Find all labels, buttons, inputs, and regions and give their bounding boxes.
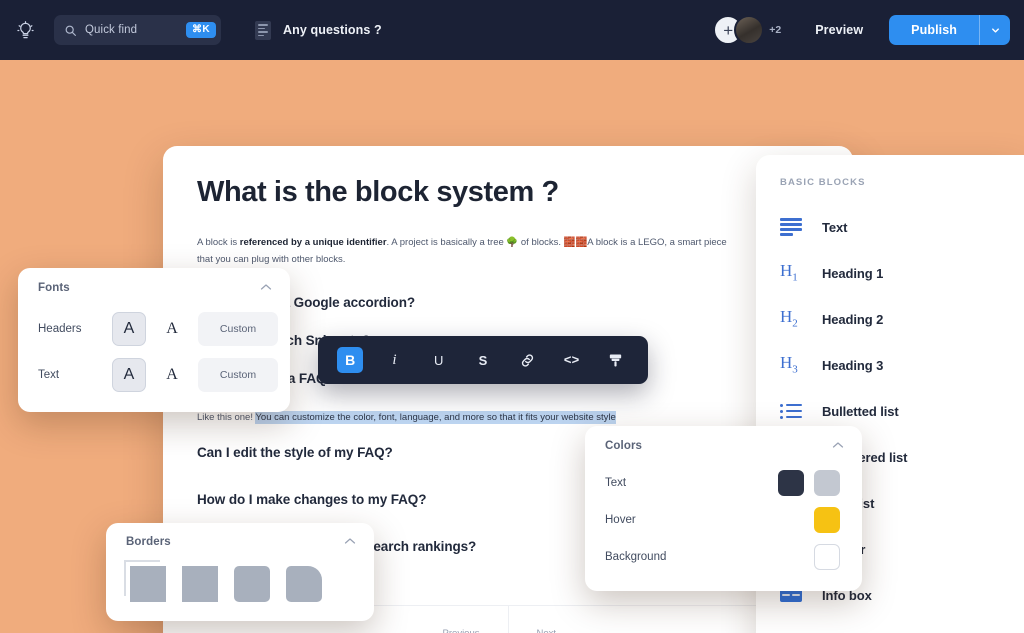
borders-panel-header: Borders (106, 536, 374, 548)
colors-row-label: Background (605, 550, 667, 563)
top-bar-right: + +2 Preview Publish (713, 14, 1024, 46)
colors-panel: Colors Text Hover Background (585, 426, 862, 591)
block-item-label: Bulletted list (822, 403, 899, 419)
border-style-option[interactable] (130, 566, 166, 602)
link-icon[interactable] (514, 347, 540, 373)
fonts-row-label: Headers (38, 323, 82, 335)
underline-button[interactable]: U (426, 347, 452, 373)
search-shortcut-badge: ⌘K (185, 22, 216, 38)
colors-row-label: Hover (605, 513, 636, 526)
search-placeholder: Quick find (85, 24, 138, 36)
intro-paragraph: A block is referenced by a unique identi… (197, 235, 812, 268)
font-serif-option[interactable]: A (155, 312, 189, 346)
fonts-panel: Fonts Headers A A Custom Text A A Custom (18, 268, 290, 412)
search-icon (64, 24, 77, 37)
blocks-panel-title: BASIC BLOCKS (780, 177, 866, 188)
intro-mid: . A project is basically a tree 🌳 of blo… (386, 237, 727, 249)
publish-button-group[interactable]: Publish (889, 14, 1010, 46)
block-item-code-block[interactable]: </> Code block (756, 618, 1024, 633)
colors-panel-header: Colors (585, 440, 862, 452)
font-sans-option[interactable]: A (112, 358, 146, 392)
editor-canvas: BASIC BLOCKS Text H1 Heading 1 H2 Headin… (0, 60, 1024, 633)
h1-icon: H1 (780, 261, 798, 284)
faq-answer-prefix: Like this one! (197, 411, 256, 423)
font-serif-option[interactable]: A (155, 358, 189, 392)
bulleted-list-icon (780, 403, 804, 419)
chevron-up-icon[interactable] (832, 441, 844, 452)
block-item-heading-2[interactable]: H2 Heading 2 (756, 296, 1024, 342)
chevron-up-icon[interactable] (260, 283, 272, 294)
font-sans-option[interactable]: A (112, 312, 146, 346)
avatar-extra-count: +2 (769, 24, 782, 36)
border-style-option[interactable] (182, 566, 218, 602)
block-item-label: Heading 3 (822, 357, 884, 373)
fonts-row-headers: Headers A A Custom (18, 306, 290, 352)
pager-next-label: Next (537, 628, 557, 633)
italic-button[interactable]: i (381, 347, 407, 373)
intro-bold: referenced by a unique identifier (239, 237, 387, 249)
border-style-option[interactable] (286, 566, 322, 602)
selected-text[interactable]: You can customize the color, font, langu… (255, 410, 616, 424)
any-questions-button[interactable]: Any questions ? (255, 20, 382, 40)
borders-panel-title: Borders (126, 536, 171, 548)
preview-button[interactable]: Preview (815, 23, 863, 37)
bold-button[interactable]: B (337, 347, 364, 373)
code-button[interactable]: <> (559, 347, 585, 373)
avatar-group[interactable]: + +2 (713, 15, 781, 45)
fonts-panel-header: Fonts (18, 282, 290, 294)
h3-icon: H3 (780, 353, 798, 376)
color-swatch-hover[interactable] (814, 506, 840, 533)
pager-previous-label: Previous (443, 628, 480, 633)
block-item-heading-3[interactable]: H3 Heading 3 (756, 342, 1024, 388)
intro-tail: that you can plug with other blocks. (197, 253, 346, 265)
faq-question[interactable]: Can I display a Google accordion? (197, 295, 819, 310)
app-window: Quick find ⌘K Any questions ? + +2 Previ… (0, 0, 1024, 633)
lightbulb-icon[interactable] (8, 13, 42, 47)
color-swatch-text-primary[interactable] (778, 469, 804, 496)
color-swatch-text-secondary[interactable] (814, 469, 840, 496)
avatar[interactable] (734, 15, 765, 45)
block-item-text[interactable]: Text (756, 204, 1024, 250)
fonts-row-text: Text A A Custom (18, 352, 290, 398)
publish-button[interactable]: Publish (889, 14, 979, 46)
any-questions-label: Any questions ? (283, 23, 382, 37)
colors-row-background: Background (585, 538, 862, 575)
colors-panel-title: Colors (605, 440, 643, 452)
block-item-heading-1[interactable]: H1 Heading 1 (756, 250, 1024, 296)
intro-prefix: A block is (197, 237, 240, 249)
fonts-panel-title: Fonts (38, 282, 70, 294)
chevron-up-icon[interactable] (344, 537, 356, 548)
block-item-label: Text (822, 219, 848, 235)
colors-row-hover: Hover (585, 501, 862, 538)
document-icon (255, 20, 271, 40)
borders-panel: Borders (106, 523, 374, 621)
block-item-label: Heading 2 (822, 311, 884, 327)
border-style-options (106, 560, 374, 602)
strikethrough-button[interactable]: S (470, 347, 496, 373)
top-bar: Quick find ⌘K Any questions ? + +2 Previ… (0, 0, 1024, 60)
publish-dropdown-caret[interactable] (979, 14, 1010, 46)
faq-answer[interactable]: Like this one! You can customize the col… (197, 410, 819, 425)
fonts-row-label: Text (38, 369, 60, 381)
page-title: What is the block system ? (197, 176, 559, 208)
brush-icon[interactable] (603, 347, 629, 373)
font-custom-option[interactable]: Custom (198, 358, 278, 392)
search-input[interactable]: Quick find ⌘K (54, 15, 221, 45)
color-swatch-background[interactable] (814, 543, 840, 570)
text-lines-icon (780, 218, 804, 236)
h2-icon: H2 (780, 307, 798, 330)
colors-row-text: Text (585, 464, 862, 501)
font-custom-option[interactable]: Custom (198, 312, 278, 346)
colors-row-label: Text (605, 476, 627, 489)
format-toolbar: B i U S <> (318, 336, 648, 384)
border-style-option[interactable] (234, 566, 270, 602)
block-item-label: Heading 1 (822, 265, 884, 281)
